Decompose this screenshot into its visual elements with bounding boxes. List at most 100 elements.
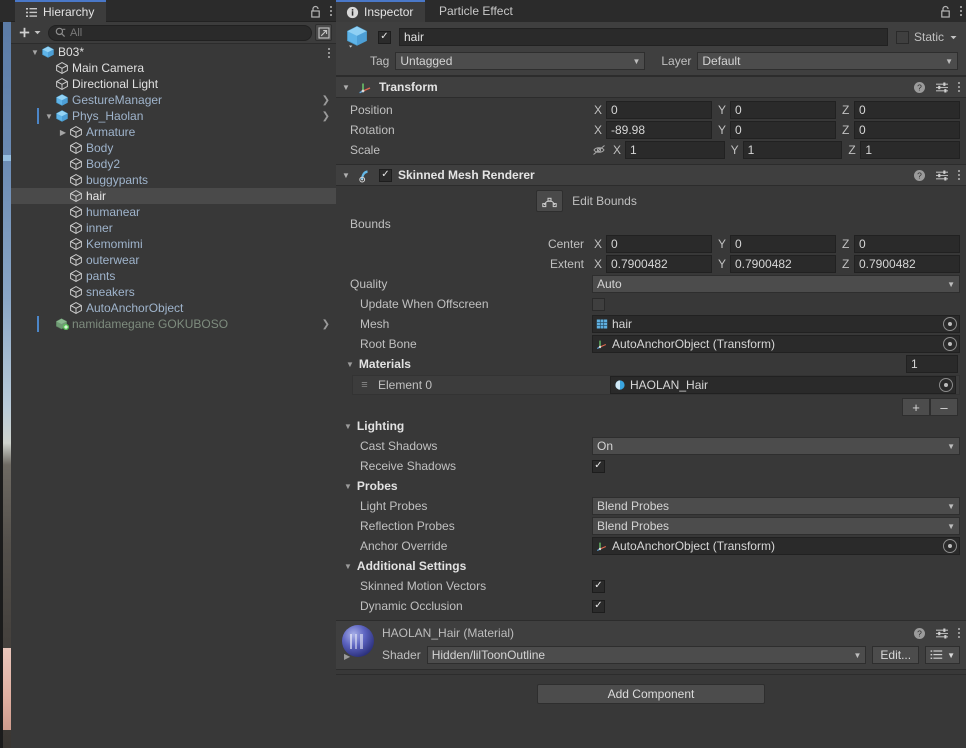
foldout-open-icon[interactable]: ▼	[43, 112, 55, 121]
anchor-override-object-field[interactable]: AutoAnchorObject (Transform)	[592, 537, 960, 555]
foldout-open-icon[interactable]: ▼	[29, 48, 41, 57]
lighting-section-header[interactable]: ▼ Lighting	[342, 416, 960, 436]
preset-icon[interactable]	[935, 627, 949, 640]
material-foldout-icon[interactable]: ▶	[344, 652, 350, 661]
gameobject-enabled-checkbox[interactable]: ✓	[378, 30, 391, 44]
bounds-extent-z-input[interactable]: 0.7900482	[854, 255, 960, 273]
hierarchy-item-main-camera[interactable]: Main Camera	[11, 60, 336, 76]
skinned-mesh-renderer-component-header[interactable]: ▼ ✓ Skinned Mesh Renderer ?	[336, 164, 966, 186]
expand-panel-icon[interactable]	[315, 24, 332, 41]
rotation-x-input[interactable]: -89.98	[606, 121, 712, 139]
constrain-proportions-off-icon[interactable]	[592, 144, 606, 156]
material-element-row[interactable]: ≡ Element 0 HAOLAN_Hair	[352, 375, 960, 395]
add-material-button[interactable]: +	[902, 398, 930, 416]
chevron-right-icon[interactable]: ❯	[322, 95, 330, 106]
transform-component-header[interactable]: ▼ Transform ?	[336, 76, 966, 98]
create-gameobject-button[interactable]	[15, 25, 45, 40]
lock-icon[interactable]	[940, 5, 951, 18]
hierarchy-item-directional-light[interactable]: Directional Light	[11, 76, 336, 92]
prefab-cube-icon[interactable]	[344, 24, 370, 50]
update-when-offscreen-checkbox[interactable]	[592, 297, 605, 311]
scale-x-input[interactable]: 1	[625, 141, 725, 159]
kebab-menu-icon[interactable]	[330, 6, 332, 16]
light-probes-dropdown[interactable]: Blend Probes ▼	[592, 497, 960, 515]
receive-shadows-checkbox[interactable]: ✓	[592, 459, 605, 473]
bounds-center-y-input[interactable]: 0	[730, 235, 836, 253]
scale-y-input[interactable]: 1	[742, 141, 843, 159]
preset-icon[interactable]	[935, 169, 949, 182]
static-checkbox[interactable]	[895, 30, 909, 44]
rotation-y-input[interactable]: 0	[730, 121, 836, 139]
kebab-menu-icon[interactable]	[958, 170, 960, 180]
foldout-icon[interactable]: ▼	[344, 562, 352, 571]
chevron-right-icon[interactable]: ❯	[322, 111, 330, 122]
shader-presets-button[interactable]: ▼	[925, 646, 960, 664]
position-x-input[interactable]: 0	[606, 101, 712, 119]
foldout-icon[interactable]: ▼	[342, 171, 352, 180]
foldout-closed-icon[interactable]: ▶	[57, 128, 69, 137]
tab-particle-effect[interactable]: Particle Effect	[429, 0, 525, 22]
probes-section-header[interactable]: ▼ Probes	[342, 476, 960, 496]
object-picker-icon[interactable]	[943, 539, 957, 553]
quality-dropdown[interactable]: Auto ▼	[592, 275, 960, 293]
bounds-extent-x-input[interactable]: 0.7900482	[606, 255, 712, 273]
object-picker-icon[interactable]	[943, 317, 957, 331]
drag-handle-icon[interactable]: ≡	[356, 379, 372, 391]
reflection-probes-dropdown[interactable]: Blend Probes ▼	[592, 517, 960, 535]
kebab-menu-icon[interactable]	[958, 82, 960, 92]
position-z-input[interactable]: 0	[854, 101, 960, 119]
kebab-menu-icon[interactable]	[328, 48, 330, 58]
hierarchy-item-outerwear[interactable]: outerwear	[11, 252, 336, 268]
help-icon[interactable]: ?	[913, 81, 926, 94]
scale-z-input[interactable]: 1	[860, 141, 961, 159]
hierarchy-tree[interactable]: ▼ B03* Main Camera Directional Light Gesture…	[11, 44, 336, 748]
hierarchy-item-pants[interactable]: pants	[11, 268, 336, 284]
position-y-input[interactable]: 0	[730, 101, 836, 119]
layer-dropdown[interactable]: Default ▼	[697, 52, 958, 70]
foldout-icon[interactable]: ▼	[344, 422, 352, 431]
tab-hierarchy[interactable]: Hierarchy	[15, 0, 107, 22]
hierarchy-item-body[interactable]: Body	[11, 140, 336, 156]
help-icon[interactable]: ?	[913, 627, 926, 640]
bounds-center-z-input[interactable]: 0	[854, 235, 960, 253]
hierarchy-item-hair[interactable]: hair	[11, 188, 336, 204]
hierarchy-item-namidamegane-gokuboso[interactable]: namidamegane GOKUBOSO ❯	[11, 316, 336, 332]
hierarchy-item-phys-haolan[interactable]: ▼ Phys_Haolan ❯	[11, 108, 336, 124]
scene-viewport-sliver[interactable]	[3, 22, 11, 748]
search-input[interactable]: All	[48, 24, 312, 41]
lock-icon[interactable]	[310, 5, 321, 18]
hierarchy-item-sneakers[interactable]: sneakers	[11, 284, 336, 300]
foldout-icon[interactable]: ▼	[344, 482, 352, 491]
kebab-menu-icon[interactable]	[958, 628, 960, 638]
hierarchy-item-autoanchorobject[interactable]: AutoAnchorObject	[11, 300, 336, 316]
hierarchy-item-gesturemanager[interactable]: GestureManager ❯	[11, 92, 336, 108]
object-picker-icon[interactable]	[943, 337, 957, 351]
bounds-center-x-input[interactable]: 0	[606, 235, 712, 253]
hierarchy-item-buggypants[interactable]: buggypants	[11, 172, 336, 188]
hierarchy-item-b03[interactable]: ▼ B03*	[11, 44, 336, 60]
skinned-motion-vectors-checkbox[interactable]: ✓	[592, 579, 605, 593]
scene-view-sliver[interactable]	[0, 0, 11, 748]
hierarchy-item-kemomimi[interactable]: Kemomimi	[11, 236, 336, 252]
chevron-down-icon[interactable]	[949, 33, 958, 42]
additional-settings-section-header[interactable]: ▼ Additional Settings	[342, 556, 960, 576]
material-object-field[interactable]: HAOLAN_Hair	[610, 376, 956, 394]
skinned-mesh-renderer-enabled-checkbox[interactable]: ✓	[379, 168, 392, 182]
preset-icon[interactable]	[935, 81, 949, 94]
gameobject-name-input[interactable]: hair	[399, 28, 888, 46]
tag-dropdown[interactable]: Untagged ▼	[395, 52, 646, 70]
hierarchy-item-inner[interactable]: inner	[11, 220, 336, 236]
edit-bounds-button[interactable]	[536, 190, 564, 212]
root-bone-object-field[interactable]: AutoAnchorObject (Transform)	[592, 335, 960, 353]
shader-dropdown[interactable]: Hidden/lilToonOutline ▼	[426, 646, 867, 664]
foldout-icon[interactable]: ▼	[342, 83, 352, 92]
materials-count-input[interactable]: 1	[906, 355, 958, 373]
remove-material-button[interactable]: –	[930, 398, 958, 416]
help-icon[interactable]: ?	[913, 169, 926, 182]
kebab-menu-icon[interactable]	[960, 6, 962, 16]
object-picker-icon[interactable]	[939, 378, 953, 392]
hierarchy-item-humanear[interactable]: humanear	[11, 204, 336, 220]
add-component-button[interactable]: Add Component	[537, 684, 765, 704]
mesh-object-field[interactable]: hair	[592, 315, 960, 333]
hierarchy-item-armature[interactable]: ▶ Armature	[11, 124, 336, 140]
